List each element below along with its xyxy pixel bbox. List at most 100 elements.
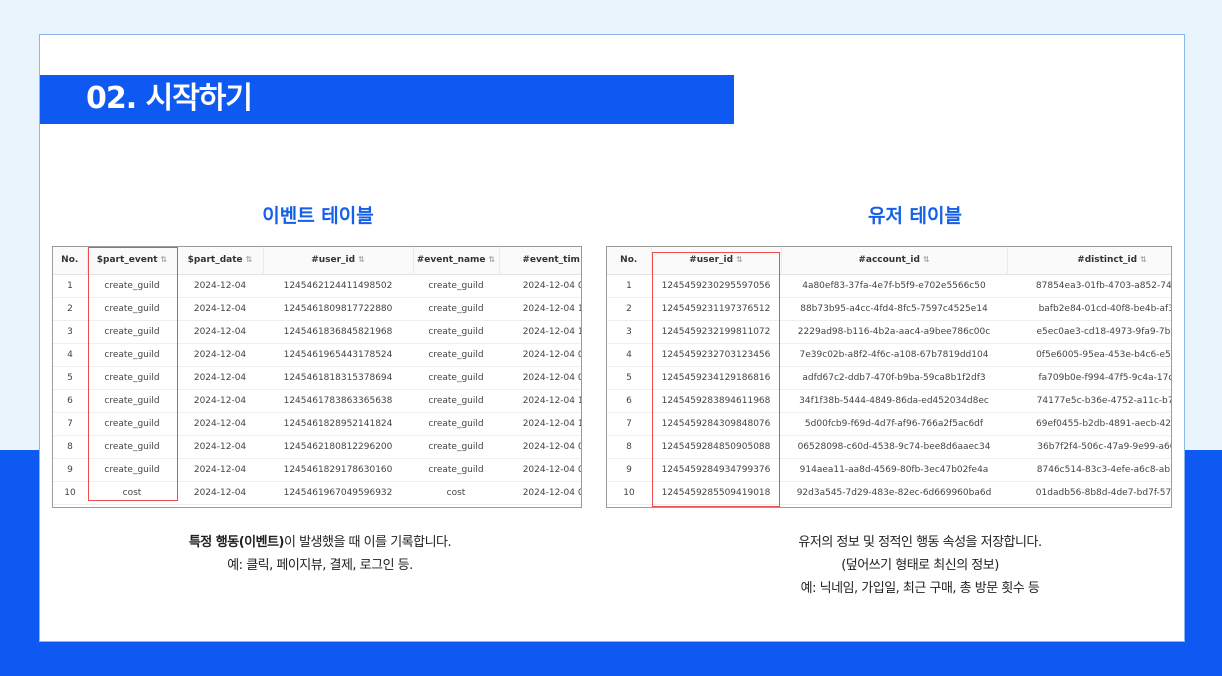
column-header-label: #user_id bbox=[689, 255, 734, 266]
table-cell: 3 bbox=[53, 320, 87, 344]
table-cell: 2024-12-04 bbox=[177, 297, 263, 321]
column-header-label: No. bbox=[61, 255, 79, 266]
table-cell: 10 bbox=[53, 481, 87, 505]
table-cell: 2024-12-04 bbox=[177, 274, 263, 298]
column-header-label: #user_id bbox=[311, 255, 356, 266]
table-cell: 1245459284850905088 bbox=[651, 435, 781, 459]
table-cell: 9 bbox=[53, 458, 87, 482]
table-cell: 7 bbox=[607, 412, 651, 436]
column-header[interactable]: #event_name ⇅ bbox=[413, 247, 500, 275]
table-cell: 2024-12-04 14 bbox=[499, 389, 581, 413]
column-header-label: #event_tim bbox=[522, 255, 580, 266]
table-row: 7 1245459284309848076 5d00fcb9-f69d-4d7f-a… bbox=[607, 412, 1171, 436]
table-cell: 2024-12-04 bbox=[177, 435, 263, 459]
table-cell: 1245461967049596932 bbox=[263, 481, 413, 505]
table-cell: create_guild bbox=[87, 297, 177, 321]
column-header[interactable]: #account_id ⇅ bbox=[781, 247, 1008, 275]
table-row: 3 1245459232199811072 2229ad98-b116-4b2a-a… bbox=[607, 320, 1171, 344]
table-cell: create_guild bbox=[413, 297, 499, 321]
table-cell: 1245459234129186816 bbox=[651, 366, 781, 390]
sort-icon[interactable]: ⇅ bbox=[1140, 255, 1147, 264]
table-cell: 69ef0455-b2db-4891-aecb-42b9a bbox=[1007, 412, 1171, 436]
table-cell: 74177e5c-b36e-4752-a11c-b7f5c bbox=[1007, 389, 1171, 413]
table-cell: 88b73b95-a4cc-4fd4-8fc5-7597c4525e14 bbox=[781, 297, 1007, 321]
table-cell: 7 bbox=[53, 412, 87, 436]
table-cell: create_guild bbox=[413, 343, 499, 367]
sort-icon[interactable]: ⇅ bbox=[489, 255, 496, 264]
table-cell: 2229ad98-b116-4b2a-aac4-a9bee786c00c bbox=[781, 320, 1007, 344]
table-cell: 2024-12-04 bbox=[177, 481, 263, 505]
table-cell: 2024-12-04 10 bbox=[499, 297, 581, 321]
table-cell: 3 bbox=[607, 320, 651, 344]
table-cell: cost bbox=[413, 481, 499, 505]
table-cell: create_guild bbox=[413, 389, 499, 413]
table-cell: bafb2e84-01cd-40f8-be4b-af323 bbox=[1007, 297, 1171, 321]
table-row: 7 create_guild 2024-12-04 12454618289521418… bbox=[53, 412, 581, 436]
table-row: 5 create_guild 2024-12-04 12454618183153786… bbox=[53, 366, 581, 390]
column-header-label: No. bbox=[620, 255, 638, 266]
page-title: 02. 시작하기 bbox=[86, 81, 253, 116]
table-row: 8 create_guild 2024-12-04 12454621808122962… bbox=[53, 435, 581, 459]
table-cell: adfd67c2-ddb7-470f-b9ba-59ca8b1f2df3 bbox=[781, 366, 1007, 390]
table-cell: 1245459230295597056 bbox=[651, 274, 781, 298]
column-header-label: #distinct_id bbox=[1077, 255, 1138, 266]
table-cell: create_guild bbox=[413, 435, 499, 459]
table-cell: 01dadb56-8b8d-4de7-bd7f-5798a bbox=[1007, 481, 1171, 505]
table-cell: 1245461828952141824 bbox=[263, 412, 413, 436]
table-cell: 1245459284934799376 bbox=[651, 458, 781, 482]
table-cell: 1245459284309848076 bbox=[651, 412, 781, 436]
table-header-row: No. #user_id ⇅ #account_id ⇅ #distinct_id ⇅ bbox=[607, 247, 1171, 275]
sort-icon[interactable]: ⇅ bbox=[246, 255, 253, 264]
table-cell: 1245462124411498502 bbox=[263, 274, 413, 298]
column-header[interactable]: #user_id ⇅ bbox=[651, 247, 782, 275]
table-cell: 4 bbox=[53, 343, 87, 367]
table-cell: 2024-12-04 00 bbox=[499, 481, 581, 505]
column-header[interactable]: #distinct_id ⇅ bbox=[1007, 247, 1171, 275]
sort-icon[interactable]: ⇅ bbox=[923, 255, 930, 264]
sort-icon[interactable]: ⇅ bbox=[358, 255, 365, 264]
table-cell: 92d3a545-7d29-483e-82ec-6d669960ba6d bbox=[781, 481, 1007, 505]
table-cell: 8746c514-83c3-4efe-a6c8-ab128 bbox=[1007, 458, 1171, 482]
table-cell: 2024-12-04 16 bbox=[499, 320, 581, 344]
table-cell: 1245459232703123456 bbox=[651, 343, 781, 367]
caption-line-1: 유저의 정보 및 정적인 행동 속성을 저장합니다. bbox=[798, 535, 1042, 550]
table-cell: create_guild bbox=[87, 389, 177, 413]
table-cell: 9 bbox=[607, 458, 651, 482]
column-header[interactable]: #event_tim⇅ bbox=[499, 247, 581, 275]
table-cell: 6 bbox=[53, 389, 87, 413]
table-row: 6 1245459283894611968 34f1f38b-5444-4849-8… bbox=[607, 389, 1171, 413]
table-cell: create_guild bbox=[413, 458, 499, 482]
table-cell: 2024-12-04 bbox=[177, 366, 263, 390]
sort-icon[interactable]: ⇅ bbox=[161, 255, 168, 264]
table-row: 5 1245459234129186816 adfd67c2-ddb7-470f-b… bbox=[607, 366, 1171, 390]
caption-line-2: (덮어쓰기 형태로 최신의 정보) bbox=[841, 558, 999, 573]
table-cell: create_guild bbox=[87, 366, 177, 390]
column-header-label: $part_date bbox=[187, 255, 243, 266]
table-cell: 2024-12-04 00 bbox=[499, 343, 581, 367]
table-row: 9 1245459284934799376 914aea11-aa8d-4569-8… bbox=[607, 458, 1171, 482]
table-cell: 06528098-c60d-4538-9c74-bee8d6aaec34 bbox=[781, 435, 1007, 459]
table-cell: 6 bbox=[607, 389, 651, 413]
table-cell: 5 bbox=[53, 366, 87, 390]
table-cell: create_guild bbox=[87, 412, 177, 436]
table-row: 4 1245459232703123456 7e39c02b-a8f2-4f6c-a… bbox=[607, 343, 1171, 367]
table-cell: 2 bbox=[607, 297, 651, 321]
caption-line-3: 예: 닉네임, 가입일, 최근 구매, 총 방문 횟수 등 bbox=[800, 581, 1040, 596]
event-table-caption: 특정 행동(이벤트)이 발생했을 때 이를 기록합니다. 예: 클릭, 페이지뷰… bbox=[130, 531, 510, 577]
column-header[interactable]: $part_event ⇅ bbox=[87, 247, 178, 275]
table-cell: 2 bbox=[53, 297, 87, 321]
column-header-label: $part_event bbox=[96, 255, 158, 266]
caption-examples: 예: 클릭, 페이지뷰, 결제, 로그인 등. bbox=[227, 558, 413, 573]
column-header[interactable]: $part_date ⇅ bbox=[177, 247, 264, 275]
table-header-row: No. $part_event ⇅ $part_date ⇅ #user_id ⇅ #even… bbox=[53, 247, 581, 275]
table-cell: 1245461783863365638 bbox=[263, 389, 413, 413]
table-cell: 7e39c02b-a8f2-4f6c-a108-67b7819dd104 bbox=[781, 343, 1007, 367]
table-cell: create_guild bbox=[87, 320, 177, 344]
sort-icon[interactable]: ⇅ bbox=[736, 255, 743, 264]
table-cell: create_guild bbox=[413, 366, 499, 390]
table-cell: 5 bbox=[607, 366, 651, 390]
table-cell: 1 bbox=[53, 274, 87, 298]
event-table-title: 이벤트 테이블 bbox=[262, 205, 374, 227]
table-cell: 4a80ef83-37fa-4e7f-b5f9-e702e5566c50 bbox=[781, 274, 1007, 298]
column-header[interactable]: #user_id ⇅ bbox=[263, 247, 414, 275]
